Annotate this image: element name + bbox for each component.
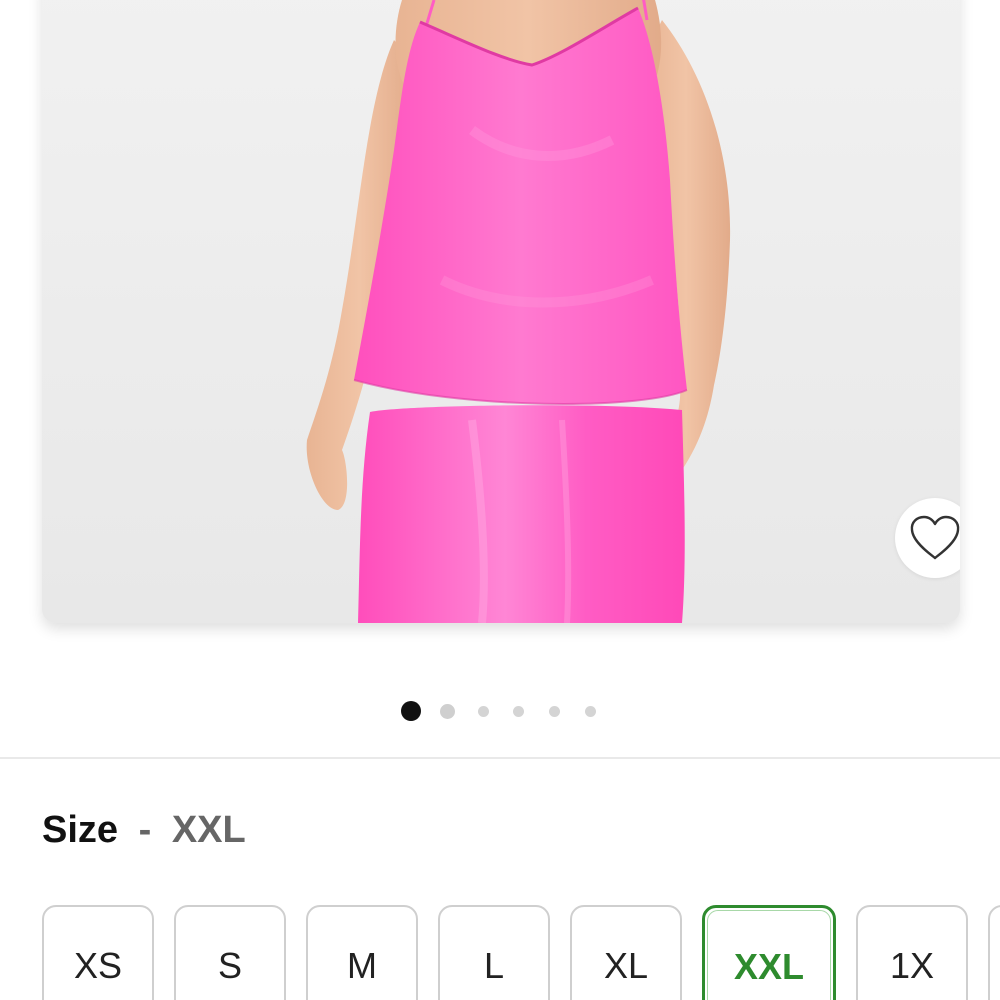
size-option-label: S [217,945,242,986]
size-option-label: XS [73,945,123,986]
carousel-dot-3[interactable] [478,706,489,717]
size-option-xs[interactable]: XS [42,905,154,1000]
product-photo [42,0,960,623]
size-option-label: XL [603,945,649,986]
size-heading: Size - XXL [42,806,246,854]
carousel-dot-2[interactable] [440,704,455,719]
size-option-m[interactable]: M [306,905,418,1000]
size-option-s[interactable]: S [174,905,286,1000]
product-page: Size - XXL XS S M L XL XXL 1X [0,0,1000,1000]
size-option-label: M [347,945,377,986]
heart-icon [910,515,960,560]
carousel-pagination [0,700,1000,722]
size-option-label: 1X [889,945,935,986]
size-separator: - [138,809,152,851]
size-option-xl[interactable]: XL [570,905,682,1000]
size-option-label: XXL [733,946,804,987]
carousel-dot-4[interactable] [513,706,524,717]
size-option-label: L [483,945,505,986]
size-option-l[interactable]: L [438,905,550,1000]
size-option-1x[interactable]: 1X [856,905,968,1000]
selected-size-value: XXL [171,809,246,851]
section-divider [0,757,1000,759]
size-label: Size [42,809,119,851]
carousel-dot-5[interactable] [549,706,560,717]
carousel-dot-1[interactable] [401,701,421,721]
size-option-xxl[interactable]: XXL [702,905,836,1000]
product-image-card[interactable] [42,0,960,623]
carousel-dot-6[interactable] [585,706,596,717]
size-option-next-partial[interactable] [988,905,1000,1000]
